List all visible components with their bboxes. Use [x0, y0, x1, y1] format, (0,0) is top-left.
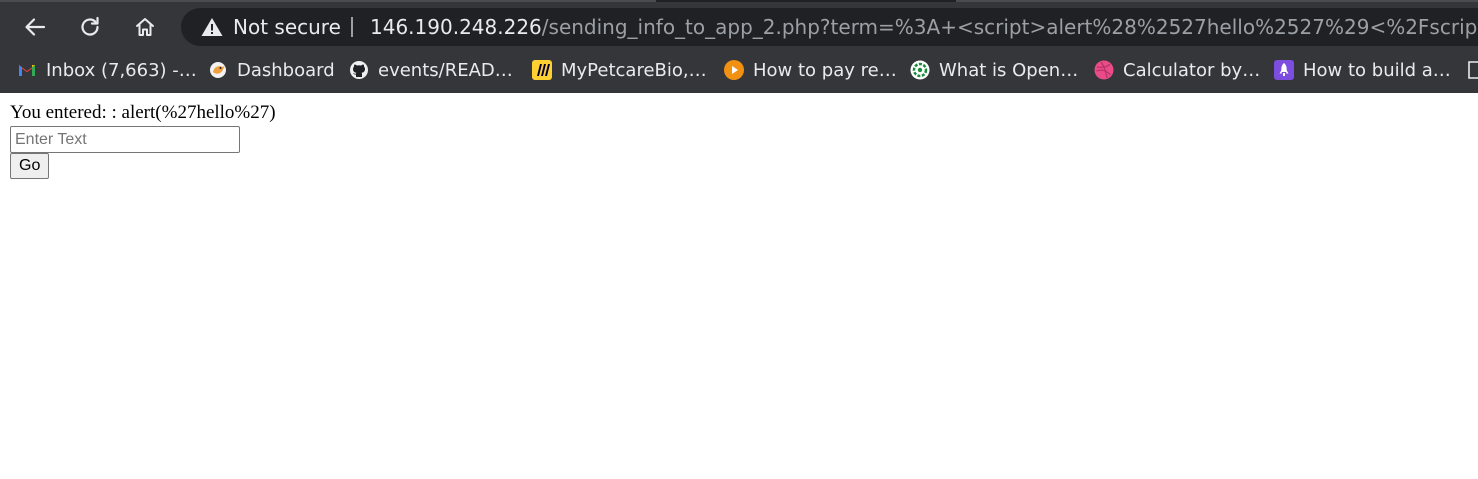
bookmark-how-to-build[interactable]: How to build a…	[1274, 56, 1451, 84]
bookmark-calculator[interactable]: Calculator by…	[1094, 56, 1260, 84]
page-content: You entered: : alert(%27hello%27) Go	[10, 101, 276, 179]
bookmark-label: events/READ…	[378, 59, 513, 81]
go-button[interactable]: Go	[10, 153, 50, 179]
bookmark-mypetcarebio[interactable]: MyPetcareBio,…	[532, 56, 707, 84]
gmail-icon	[19, 65, 35, 76]
dribbble-icon	[1094, 60, 1114, 80]
bird-icon	[210, 62, 226, 78]
address-bar[interactable]: Not secure 146.190.248.226/sending_info_…	[181, 8, 1478, 46]
entered-text: You entered: : alert(%27hello%27)	[10, 102, 276, 123]
bookmark-label: What is Open…	[939, 59, 1079, 81]
openai-icon	[910, 60, 930, 80]
back-button[interactable]	[18, 10, 52, 44]
bookmark-what-is-open[interactable]: What is Open…	[910, 56, 1078, 84]
bookmark-label: Calculator by…	[1123, 59, 1261, 81]
home-button[interactable]	[128, 10, 162, 44]
bookmark-overflow[interactable]	[1466, 56, 1478, 84]
page-icon	[1468, 61, 1478, 79]
omnibox-divider	[351, 17, 353, 37]
bookmark-events-readme[interactable]: events/READ…	[349, 56, 513, 84]
url-text[interactable]: 146.190.248.226/sending_info_to_app_2.ph…	[370, 15, 1478, 39]
bookmarks-bar: Inbox (7,663) -… Dashboard events/READ… …	[0, 52, 1478, 88]
play-icon	[724, 60, 744, 80]
security-status-label[interactable]: Not secure	[233, 15, 341, 39]
miro-icon	[532, 60, 552, 80]
tab-strip-edge	[0, 0, 1478, 2]
browser-chrome: Not secure 146.190.248.226/sending_info_…	[0, 0, 1478, 93]
bookmark-how-to-pay[interactable]: How to pay re…	[724, 56, 897, 84]
bookmark-label: Inbox (7,663) -…	[46, 59, 197, 81]
reload-icon	[81, 16, 99, 36]
rocket-icon	[1274, 60, 1294, 80]
bookmark-label: How to pay re…	[753, 59, 897, 81]
arrow-left-icon	[25, 18, 46, 36]
text-input[interactable]	[10, 126, 240, 153]
bookmark-inbox[interactable]: Inbox (7,663) -…	[17, 56, 197, 84]
warning-triangle-icon[interactable]	[201, 17, 223, 37]
bookmark-label: MyPetcareBio,…	[561, 59, 707, 81]
reload-button[interactable]	[73, 10, 107, 44]
url-path: /sending_info_to_app_2.php?term=%3A+<scr…	[541, 15, 1478, 39]
bookmark-label: How to build a…	[1303, 59, 1451, 81]
bookmark-label: Dashboard	[237, 59, 335, 81]
url-host: 146.190.248.226	[370, 15, 542, 39]
bookmark-dashboard[interactable]: Dashboard	[208, 56, 335, 84]
github-icon	[350, 61, 368, 79]
home-icon	[136, 18, 154, 36]
